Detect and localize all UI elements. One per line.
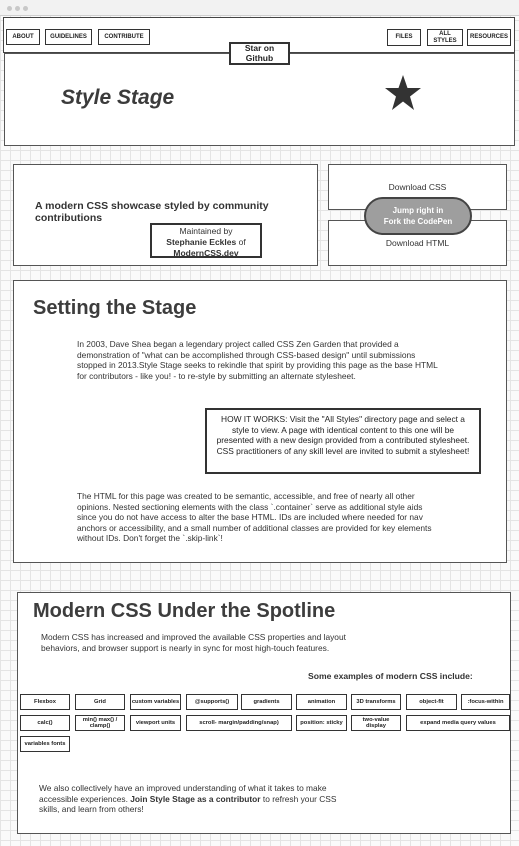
star-button-line1: Star on	[244, 43, 275, 53]
modern-css-outro: We also collectively have an improved un…	[39, 783, 339, 815]
nav-all-styles-line1: ALL	[439, 30, 451, 37]
feature-tag: object-fit	[406, 694, 457, 710]
feature-tag: viewport units	[130, 715, 181, 731]
codepen-line1: Jump right in	[392, 206, 444, 215]
window-minimize-dot[interactable]	[15, 6, 20, 11]
feature-tag: expand media query values	[406, 715, 510, 731]
modern-css-intro: Modern CSS has increased and improved th…	[41, 632, 346, 653]
nav-files-link[interactable]: FILES	[387, 29, 421, 46]
window-close-dot[interactable]	[7, 6, 12, 11]
of-label: of	[238, 237, 246, 247]
site-link[interactable]: ModernCSS.dev	[173, 248, 238, 258]
nav-contribute-link[interactable]: CONTRIBUTE	[98, 29, 150, 45]
download-css-link[interactable]: Download CSS	[328, 182, 507, 192]
window-titlebar	[0, 0, 519, 16]
codepen-line2: Fork the CodePen	[383, 217, 453, 226]
star-on-github-button[interactable]: Star on Github	[229, 42, 290, 65]
nav-all-styles-link[interactable]: ALL STYLES	[427, 29, 463, 46]
fork-codepen-button[interactable]: Jump right in Fork the CodePen	[364, 197, 472, 235]
feature-tag: Flexbox	[20, 694, 70, 710]
nav-about-link[interactable]: ABOUT	[6, 29, 40, 45]
feature-tag: Grid	[75, 694, 125, 710]
how-it-works-callout: HOW IT WORKS: Visit the "All Styles" dir…	[205, 408, 481, 474]
feature-tag: scroll- margin/padding/snap)	[186, 715, 292, 731]
stage-heading: Setting the Stage	[33, 297, 197, 319]
nav-guidelines-link[interactable]: GUIDELINES	[45, 29, 92, 45]
feature-tag: calc()	[20, 715, 70, 731]
examples-heading: Some examples of modern CSS include:	[308, 671, 473, 681]
feature-tag: gradients	[241, 694, 292, 710]
nav-resources-link[interactable]: RESOURCES	[467, 29, 511, 46]
stage-paragraph-1: In 2003, Dave Shea began a legendary pro…	[77, 339, 438, 381]
feature-tag: :focus-within	[461, 694, 510, 710]
site-title: Style Stage	[61, 86, 175, 109]
star-button-line2: Github	[245, 52, 274, 63]
feature-tag: animation	[296, 694, 347, 710]
feature-tag: 3D transforms	[351, 694, 401, 710]
download-html-link[interactable]: Download HTML	[328, 238, 507, 248]
feature-tag: two-value display	[351, 715, 401, 731]
stage-paragraph-2: The HTML for this page was created to be…	[77, 491, 432, 543]
feature-tag: position: sticky	[296, 715, 347, 731]
join-contributor-link[interactable]: Join Style Stage as a contributor	[130, 794, 260, 804]
maintainer-box: Maintained by Stephanie Eckles of Modern…	[150, 223, 262, 258]
nav-all-styles-line2: STYLES	[433, 37, 457, 44]
tagline: A modern CSS showcase styled by communit…	[35, 200, 269, 224]
feature-tag: variables fonts	[20, 736, 70, 752]
star-icon	[385, 75, 421, 110]
feature-tag: min() max() / clamp()	[75, 715, 125, 731]
author-link[interactable]: Stephanie Eckles	[166, 237, 236, 247]
feature-tag: custom variables	[130, 694, 181, 710]
feature-tag: @supports()	[186, 694, 238, 710]
maintained-by-label: Maintained by	[179, 226, 233, 236]
modern-css-heading: Modern CSS Under the Spotline	[33, 600, 336, 622]
window-maximize-dot[interactable]	[23, 6, 28, 11]
